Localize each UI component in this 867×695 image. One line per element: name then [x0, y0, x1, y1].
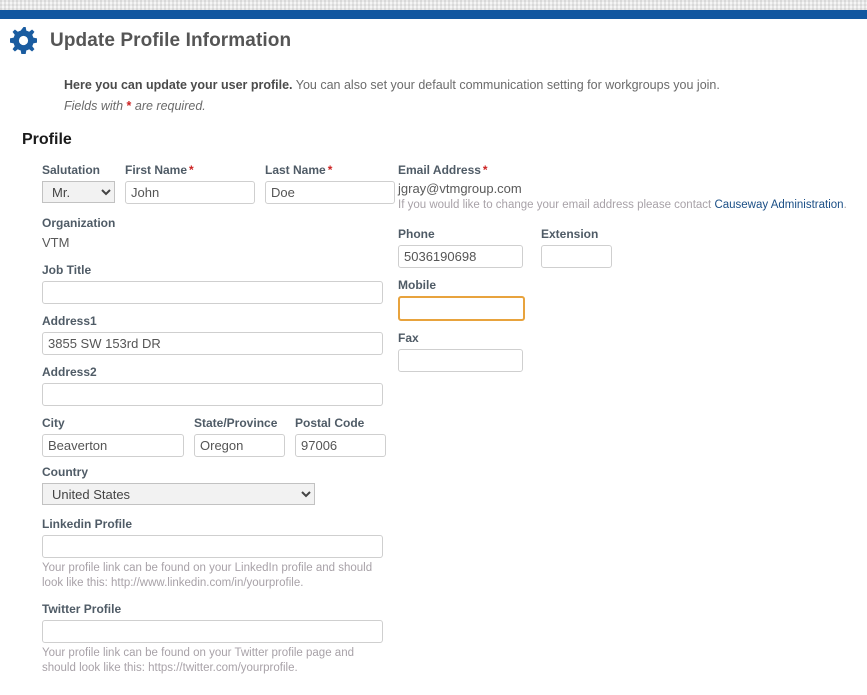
page-title: Update Profile Information — [50, 29, 292, 51]
job-title-input[interactable] — [42, 281, 383, 304]
field-salutation: Salutation Mr. — [42, 163, 115, 204]
form-column-left: Salutation Mr. First Name* Last Name* Or — [42, 163, 395, 675]
label-address1: Address1 — [42, 314, 97, 328]
fax-input[interactable] — [398, 349, 523, 372]
organization-value: VTM — [42, 235, 70, 250]
address1-input[interactable] — [42, 332, 383, 355]
label-last-name: Last Name * — [265, 163, 395, 178]
label-salutation: Salutation — [42, 163, 101, 177]
gear-icon — [10, 27, 37, 54]
label-linkedin: Linkedin Profile — [42, 517, 133, 531]
address2-input[interactable] — [42, 383, 383, 406]
field-phone: Phone — [398, 227, 523, 268]
field-address2: Address2 — [42, 365, 387, 406]
browser-chrome-strip — [0, 0, 867, 10]
field-fax: Fax — [398, 331, 828, 372]
label-email-text: Email Address — [398, 163, 481, 177]
label-address2: Address2 — [42, 365, 97, 379]
label-country: Country — [42, 465, 88, 479]
field-state: State/Province — [194, 416, 285, 457]
country-select[interactable]: United States — [42, 483, 315, 505]
label-organization: Organization — [42, 216, 116, 230]
twitter-input[interactable] — [42, 620, 383, 643]
field-last-name: Last Name * — [265, 163, 395, 204]
intro-block: Here you can update your user profile. Y… — [64, 77, 844, 115]
city-state-zip-row: City State/Province Postal Code — [42, 416, 387, 457]
label-mobile: Mobile — [398, 278, 436, 292]
label-twitter: Twitter Profile — [42, 602, 122, 616]
field-extension: Extension — [541, 227, 612, 268]
linkedin-help-text: Your profile link can be found on your L… — [42, 562, 373, 589]
city-input[interactable] — [42, 434, 184, 457]
label-last-name-text: Last Name — [265, 163, 326, 177]
first-name-required-star: * — [189, 163, 194, 177]
label-first-name: First Name * — [125, 163, 255, 178]
label-phone: Phone — [398, 227, 435, 241]
field-linkedin: Linkedin Profile Your profile link can b… — [42, 517, 387, 590]
field-organization: Organization VTM — [42, 216, 387, 251]
label-state: State/Province — [194, 416, 278, 430]
label-extension: Extension — [541, 227, 599, 241]
field-country: Country United States — [42, 465, 387, 505]
section-heading-profile: Profile — [22, 131, 72, 148]
field-first-name: First Name * — [125, 163, 255, 204]
first-name-input[interactable] — [125, 181, 255, 204]
email-required-star: * — [482, 163, 488, 177]
field-city: City — [42, 416, 184, 457]
name-row: Salutation Mr. First Name* Last Name* — [42, 163, 395, 204]
email-value: jgray@vtmgroup.com — [398, 181, 522, 196]
page-header: Update Profile Information — [10, 27, 291, 54]
email-note-prefix: If you would like to change your email a… — [398, 199, 715, 211]
label-fax: Fax — [398, 331, 419, 345]
field-job-title: Job Title — [42, 263, 387, 304]
required-note-prefix: Fields with — [64, 99, 127, 113]
label-email: Email Address * — [398, 163, 828, 178]
field-address1: Address1 — [42, 314, 387, 355]
linkedin-input[interactable] — [42, 535, 383, 558]
postal-code-input[interactable] — [295, 434, 386, 457]
email-change-note: If you would like to change your email a… — [398, 198, 847, 213]
label-first-name-text: First Name — [125, 163, 188, 177]
intro-required-note: Fields with * are required. — [64, 98, 844, 115]
field-postal-code: Postal Code — [295, 416, 386, 457]
intro-rest-text: You can also set your default communicat… — [292, 78, 720, 92]
form-column-right: Email Address * jgray@vtmgroup.com If you… — [398, 163, 847, 372]
field-twitter: Twitter Profile Your profile link can be… — [42, 602, 387, 675]
salutation-select[interactable]: Mr. — [42, 181, 115, 203]
state-input[interactable] — [194, 434, 285, 457]
mobile-input[interactable] — [398, 296, 525, 321]
label-job-title: Job Title — [42, 263, 92, 277]
field-mobile: Mobile — [398, 278, 828, 321]
label-city: City — [42, 416, 65, 430]
field-email: Email Address * jgray@vtmgroup.com If you… — [398, 163, 847, 213]
twitter-help-text: Your profile link can be found on your T… — [42, 647, 354, 674]
phone-input[interactable] — [398, 245, 523, 268]
extension-input[interactable] — [541, 245, 612, 268]
required-note-suffix: are required. — [131, 99, 206, 113]
profile-page: Update Profile Information Here you can … — [0, 19, 867, 695]
causeway-administration-link[interactable]: Causeway Administration — [714, 199, 843, 211]
email-note-suffix: . — [843, 199, 847, 211]
last-name-input[interactable] — [265, 181, 395, 204]
phone-extension-row: Phone Extension — [398, 227, 828, 268]
intro-strong-text: Here you can update your user profile. — [64, 78, 293, 92]
last-name-required-star: * — [327, 163, 333, 177]
intro-line-primary: Here you can update your user profile. Y… — [64, 77, 844, 94]
label-postal-code: Postal Code — [295, 416, 365, 430]
